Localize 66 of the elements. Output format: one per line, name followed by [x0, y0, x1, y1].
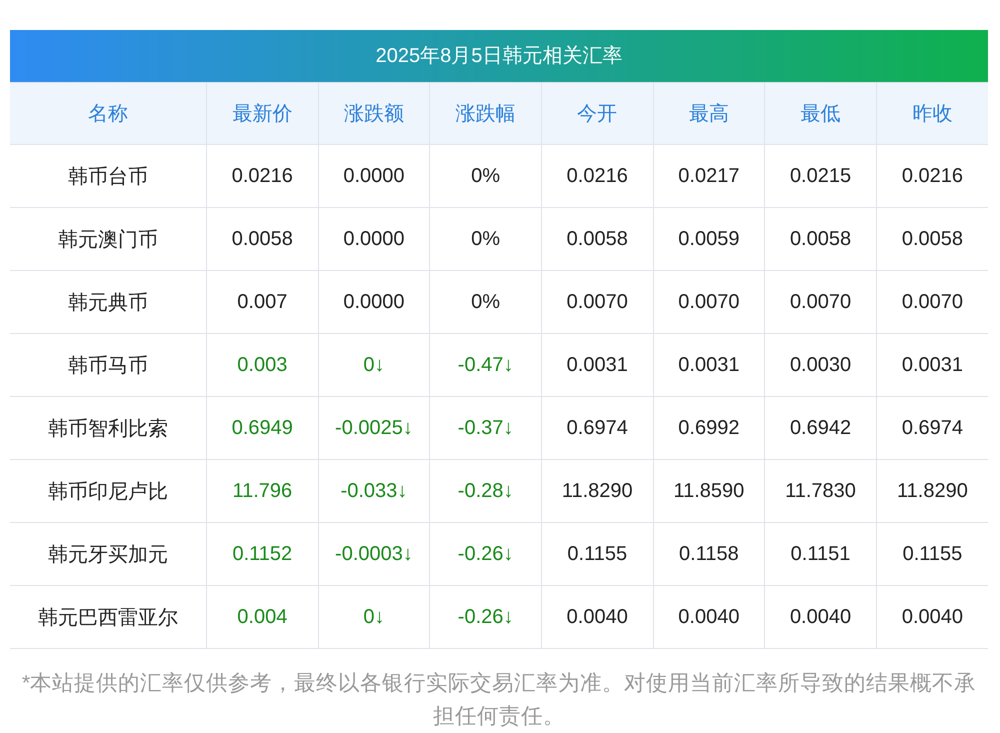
table-cell: 0.6949 [206, 396, 318, 460]
column-header: 名称 [10, 82, 206, 144]
table-cell: 0.0000 [318, 208, 430, 270]
table-cell: 0% [430, 270, 542, 334]
table-cell: 11.8290 [541, 460, 654, 522]
table-cell: 0.6992 [653, 396, 765, 460]
column-header: 最低 [764, 82, 876, 144]
table-cell: 0.0031 [541, 334, 654, 396]
table-cell: 0.0070 [653, 270, 765, 334]
table-cell: 0.0040 [541, 586, 654, 648]
table-cell: 11.7830 [764, 460, 876, 522]
table-cell: 0↓ [318, 334, 430, 396]
table-cell: 0.007 [206, 270, 318, 334]
table-cell: 0.003 [206, 334, 318, 396]
column-header: 涨跌幅 [430, 82, 542, 144]
table-cell: 韩币智利比索 [10, 396, 206, 460]
column-header: 昨收 [876, 82, 988, 144]
table-cell: -0.0003↓ [318, 522, 430, 586]
table-cell: -0.47↓ [430, 334, 542, 396]
table-title: 2025年8月5日韩元相关汇率 [10, 30, 988, 82]
table-cell: -0.26↓ [430, 586, 542, 648]
table-cell: 0% [430, 208, 542, 270]
table-cell: 韩元澳门币 [10, 208, 206, 270]
table-cell: 0.6974 [541, 396, 654, 460]
table-cell: 0.0031 [653, 334, 765, 396]
table-cell: 11.8590 [653, 460, 765, 522]
table-cell: 0↓ [318, 586, 430, 648]
table-cell: -0.0025↓ [318, 396, 430, 460]
table-cell: 0.1151 [764, 522, 876, 586]
table-cell: 0% [430, 144, 542, 208]
table-cell: 0.0030 [764, 334, 876, 396]
table-cell: 0.1158 [653, 522, 765, 586]
column-header: 今开 [541, 82, 654, 144]
table-cell: 0.0070 [541, 270, 654, 334]
column-header: 最新价 [206, 82, 318, 144]
table-cell: 0.004 [206, 586, 318, 648]
disclaimer-text: *本站提供的汇率仅供参考，最终以各银行实际交易汇率为准。对使用当前汇率所导致的结果概不承担任何责任。 [20, 670, 978, 730]
table-cell: 0.0059 [653, 208, 765, 270]
table-cell: 韩元牙买加元 [10, 522, 206, 586]
table-cell: 0.1152 [206, 522, 318, 586]
table-cell: 韩币台币 [10, 144, 206, 208]
table-cell: -0.033↓ [318, 460, 430, 522]
table-cell: 0.0040 [653, 586, 765, 648]
table-cell: 0.0215 [764, 144, 876, 208]
table-cell: 0.0216 [541, 144, 654, 208]
table-cell: 0.0216 [206, 144, 318, 208]
table-cell: 0.1155 [541, 522, 654, 586]
table-cell: 11.796 [206, 460, 318, 522]
table-cell: 韩币印尼卢比 [10, 460, 206, 522]
table-cell: 韩元典币 [10, 270, 206, 334]
table-cell: 0.0040 [764, 586, 876, 648]
table-cell: -0.28↓ [430, 460, 542, 522]
column-header: 最高 [653, 82, 765, 144]
table-cell: 韩币马币 [10, 334, 206, 396]
table-cell: 0.0070 [764, 270, 876, 334]
table-cell: 0.0217 [653, 144, 765, 208]
table-cell: 0.0000 [318, 144, 430, 208]
table-cell: 0.0058 [541, 208, 654, 270]
table-cell: -0.37↓ [430, 396, 542, 460]
table-cell: 韩元巴西雷亚尔 [10, 586, 206, 648]
table-cell: 0.0058 [206, 208, 318, 270]
table-cell: 0.0058 [764, 208, 876, 270]
table-cell: 0.6942 [764, 396, 876, 460]
table-cell: 0.0000 [318, 270, 430, 334]
table-cell: -0.26↓ [430, 522, 542, 586]
column-header: 涨跌额 [318, 82, 430, 144]
